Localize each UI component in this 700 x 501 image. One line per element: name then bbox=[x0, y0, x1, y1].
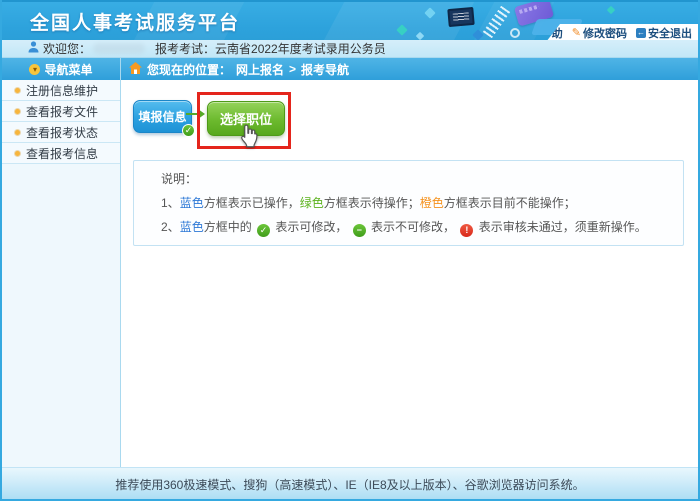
change-password-label: 修改密码 bbox=[583, 25, 627, 40]
sidebar-item-view-application-info[interactable]: 查看报考信息 bbox=[2, 143, 120, 164]
notes-blue-word: 蓝色 bbox=[180, 196, 204, 210]
breadcrumb: 您现在的位置： 网上报名 > 报考导航 bbox=[121, 58, 698, 80]
sidebar: ▾ 导航菜单 注册信息维护 查看报考文件 查看报考状态 查看报考信息 bbox=[2, 58, 121, 467]
breadcrumb-link-online-registration[interactable]: 网上报名 bbox=[236, 61, 284, 78]
logout-label: 安全退出 bbox=[648, 25, 692, 40]
nav-menu-icon: ▾ bbox=[29, 64, 40, 75]
main-content: 填报信息 ✓ 选择职位 说明： 1、蓝色方框表示已操作，绿色方框表示待操作；橙色… bbox=[121, 80, 698, 467]
fill-info-label: 填报信息 bbox=[138, 108, 186, 125]
sidebar-item-view-application-status[interactable]: 查看报考状态 bbox=[2, 122, 120, 143]
breadcrumb-prefix: 您现在的位置： bbox=[147, 61, 231, 78]
exam-name: 报考考试：云南省2022年度考试录用公务员 bbox=[155, 40, 386, 57]
sidebar-title: 导航菜单 bbox=[44, 61, 92, 78]
header-illustration-clip bbox=[510, 28, 520, 38]
page: 全国人事考试服务平台 ? 帮 助 ✎ 修改密码 ← 安全退出 欢迎您： 报考考试… bbox=[0, 0, 700, 501]
exit-icon: ← bbox=[636, 28, 646, 38]
notes-text: 表示审核未通过，须重新操作。 bbox=[475, 220, 646, 234]
review-failed-exclamation-icon: ! bbox=[460, 224, 473, 237]
notes-text: 表示不可修改， bbox=[368, 220, 459, 234]
not-modifiable-minus-icon: − bbox=[353, 224, 366, 237]
page-title: 全国人事考试服务平台 bbox=[30, 8, 240, 35]
notes-text: 表示可修改， bbox=[272, 220, 351, 234]
sidebar-item-label: 查看报考文件 bbox=[26, 103, 98, 120]
home-icon bbox=[129, 62, 142, 77]
header-illustration-cube bbox=[607, 6, 615, 14]
bullet-icon bbox=[15, 130, 20, 135]
notes-text: 方框表示已操作， bbox=[204, 196, 300, 210]
logout-button[interactable]: ← 安全退出 bbox=[636, 25, 692, 40]
notes-text: 方框表示目前不能操作； bbox=[444, 196, 576, 210]
user-icon bbox=[28, 41, 39, 56]
breadcrumb-current: 报考导航 bbox=[301, 61, 349, 78]
sidebar-item-label: 查看报考信息 bbox=[26, 145, 98, 162]
footer: 推荐使用360极速模式、搜狗（高速模式）、IE（IE8及以上版本）、谷歌浏览器访… bbox=[2, 467, 698, 499]
redacted-username bbox=[93, 43, 145, 54]
breadcrumb-separator: > bbox=[289, 62, 296, 76]
pencil-icon: ✎ bbox=[572, 28, 581, 38]
header-actions: ? 帮 助 ✎ 修改密码 ← 安全退出 bbox=[546, 24, 698, 40]
sidebar-item-label: 注册信息维护 bbox=[26, 82, 98, 99]
notes-text: 方框中的 bbox=[204, 220, 255, 234]
red-highlight-box: 选择职位 bbox=[197, 92, 291, 149]
change-password-button[interactable]: ✎ 修改密码 bbox=[572, 25, 627, 40]
sidebar-header: ▾ 导航菜单 bbox=[2, 58, 120, 80]
notes-line1-num: 1、 bbox=[161, 196, 180, 210]
notes-text: 方框表示待操作； bbox=[324, 196, 420, 210]
bullet-icon bbox=[15, 88, 20, 93]
notes-line-1: 1、蓝色方框表示已操作，绿色方框表示待操作；橙色方框表示目前不能操作； bbox=[161, 196, 673, 210]
welcome-bar: 欢迎您： 报考考试：云南省2022年度考试录用公务员 bbox=[2, 40, 698, 58]
fill-info-button[interactable]: 填报信息 ✓ bbox=[133, 100, 192, 133]
notes-line2-num: 2、 bbox=[161, 220, 180, 234]
notes-title: 说明： bbox=[161, 172, 673, 186]
header-illustration-screen bbox=[447, 7, 474, 27]
hand-cursor-icon bbox=[235, 123, 261, 149]
app-header: 全国人事考试服务平台 ? 帮 助 ✎ 修改密码 ← 安全退出 bbox=[2, 0, 698, 40]
notes-box: 说明： 1、蓝色方框表示已操作，绿色方框表示待操作；橙色方框表示目前不能操作； … bbox=[133, 160, 684, 246]
sidebar-item-view-exam-files[interactable]: 查看报考文件 bbox=[2, 101, 120, 122]
footer-browser-recommendation: 推荐使用360极速模式、搜狗（高速模式）、IE（IE8及以上版本）、谷歌浏览器访… bbox=[115, 476, 584, 493]
check-badge-icon: ✓ bbox=[182, 124, 195, 137]
sidebar-item-label: 查看报考状态 bbox=[26, 124, 98, 141]
notes-line-2: 2、蓝色方框中的 ✓ 表示可修改， − 表示不可修改， ! 表示审核未通过，须重… bbox=[161, 220, 673, 237]
notes-orange-word: 橙色 bbox=[420, 196, 444, 210]
welcome-greeting: 欢迎您： bbox=[43, 40, 91, 57]
sidebar-item-registration-info[interactable]: 注册信息维护 bbox=[2, 80, 120, 101]
bullet-icon bbox=[15, 109, 20, 114]
modifiable-check-icon: ✓ bbox=[257, 224, 270, 237]
notes-green-word: 绿色 bbox=[300, 196, 324, 210]
notes-blue-word: 蓝色 bbox=[180, 220, 204, 234]
bullet-icon bbox=[15, 151, 20, 156]
